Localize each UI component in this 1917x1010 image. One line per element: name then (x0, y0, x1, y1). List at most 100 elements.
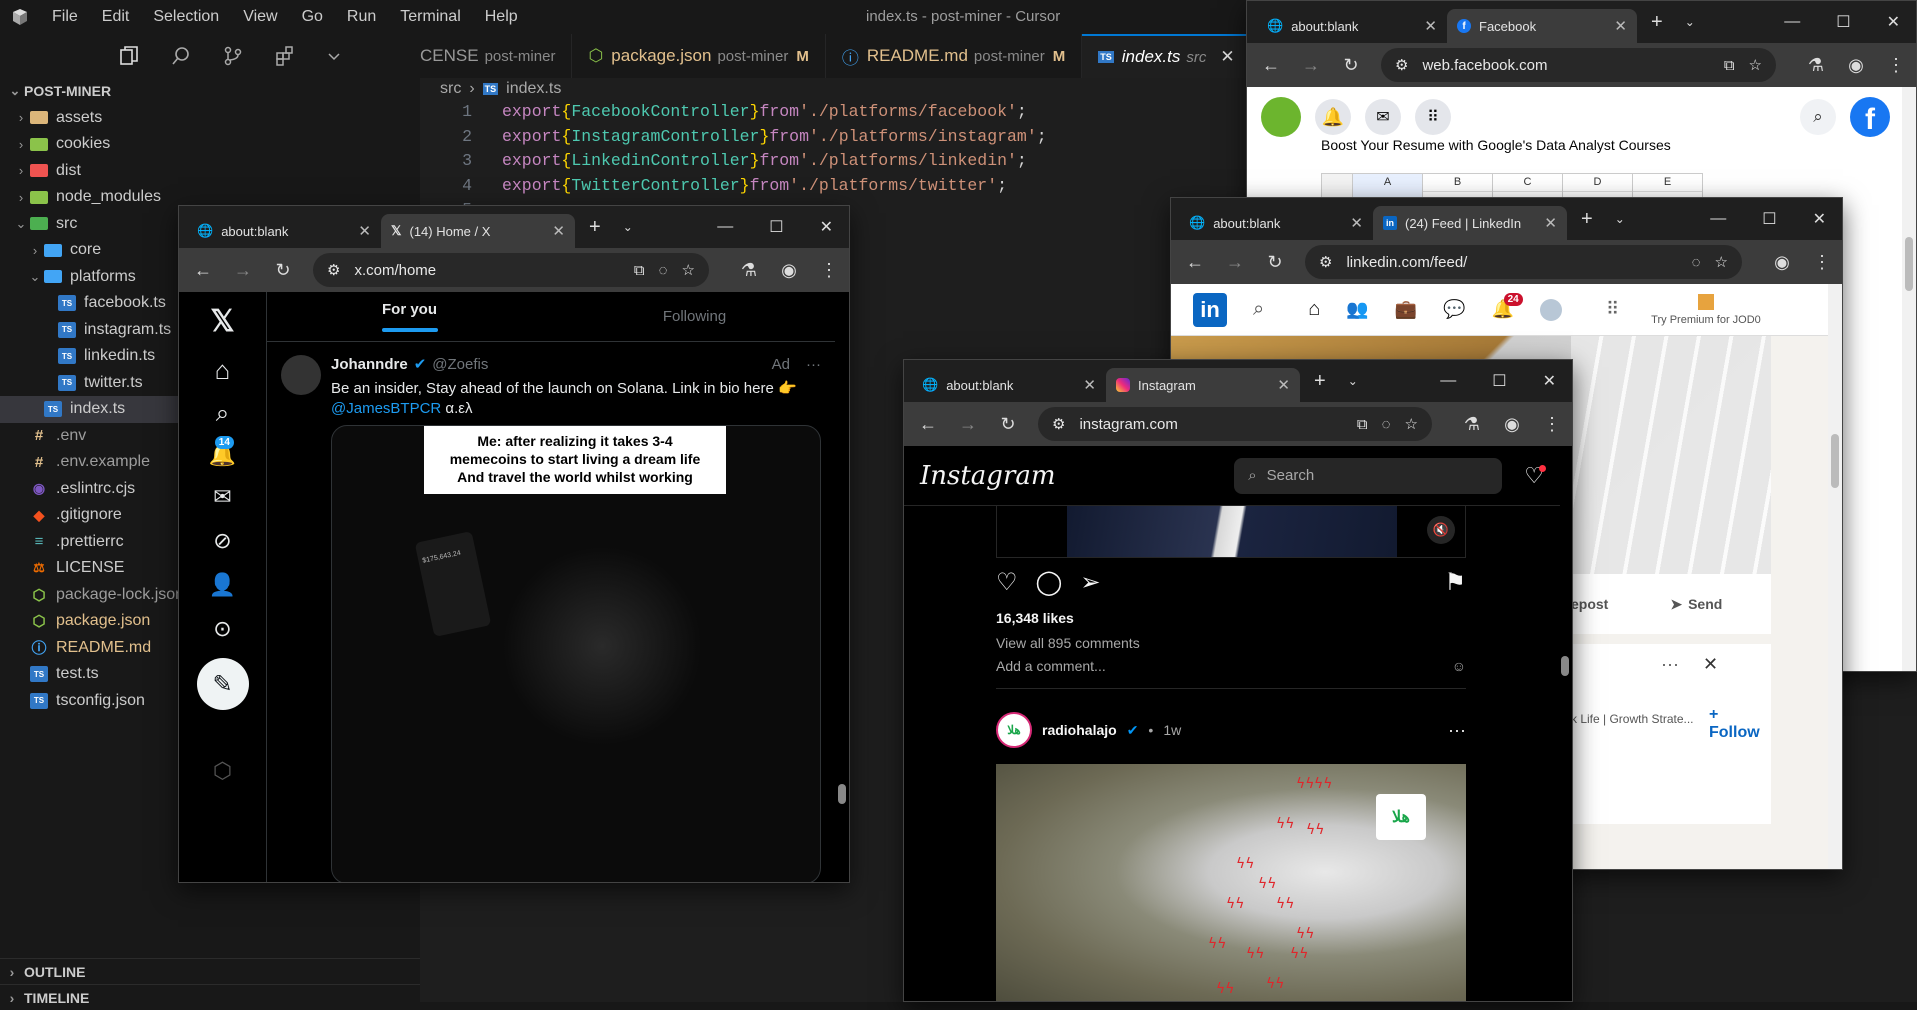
tweet-author[interactable]: Johanndre (331, 356, 408, 373)
address-bar[interactable]: ⚙ x.com/home ⧉ ◌ ☆ (313, 253, 709, 287)
notifications-bell-icon[interactable]: 🔔 14 (209, 436, 236, 468)
eye-off-icon[interactable]: ◌ (1692, 254, 1701, 271)
avatar[interactable] (1539, 298, 1562, 321)
menu-file[interactable]: File (40, 8, 90, 26)
maximize-icon[interactable]: ☐ (769, 217, 783, 237)
tweet-mention[interactable]: @JamesBTPCR (331, 400, 441, 417)
profile-icon[interactable]: 👤 (209, 572, 236, 598)
profile-icon[interactable]: ◉ (1772, 252, 1792, 273)
apps-grid-icon[interactable]: ⠿ (1606, 299, 1619, 320)
source-control-icon[interactable] (222, 45, 244, 67)
menu-grid-icon[interactable]: ⠿ (1415, 99, 1451, 135)
share-icon[interactable]: ➢ (1080, 568, 1100, 597)
post-media-top[interactable]: 🔇 (996, 506, 1466, 558)
instagram-logo[interactable]: Instagram (920, 461, 1056, 491)
grok-icon[interactable]: ⊘ (213, 528, 231, 554)
more-menu-icon[interactable]: ⋮ (1886, 55, 1906, 76)
bookmark-star-icon[interactable]: ☆ (682, 261, 695, 279)
tab-about-blank[interactable]: 🌐 about:blank ✕ (1179, 206, 1373, 240)
close-tab-icon[interactable]: ✕ (1220, 47, 1234, 67)
add-comment-input[interactable]: Add a comment... ☺ (996, 658, 1466, 689)
avatar[interactable]: هلا (996, 712, 1032, 748)
messaging-icon[interactable]: 💬 (1443, 299, 1465, 320)
close-icon[interactable]: ✕ (1703, 654, 1718, 675)
maximize-icon[interactable]: ☐ (1492, 371, 1506, 391)
more-menu-icon[interactable]: ⋮ (1812, 252, 1832, 273)
like-heart-icon[interactable]: ♡ (996, 568, 1018, 597)
maximize-icon[interactable]: ☐ (1762, 209, 1776, 229)
tree-item[interactable]: › assets (0, 105, 420, 132)
view-comments-link[interactable]: View all 895 comments (996, 635, 1140, 651)
linkedin-logo-icon[interactable]: in (1193, 292, 1227, 327)
more-icon[interactable]: ⊙ (213, 616, 231, 642)
address-bar[interactable]: ⚙ instagram.com ⧉ ◌ ☆ (1038, 407, 1432, 441)
like-count[interactable]: 16,348 likes (996, 610, 1074, 626)
profile-icon[interactable]: ◉ (1846, 55, 1866, 76)
menu-go[interactable]: Go (290, 8, 335, 26)
send-button[interactable]: ➤ Send (1670, 596, 1722, 613)
tab-about-blank[interactable]: 🌐 about:blank ✕ (187, 214, 381, 248)
avatar[interactable] (1261, 97, 1301, 137)
facebook-logo-icon[interactable]: f (1850, 97, 1890, 137)
tree-item[interactable]: › dist (0, 158, 420, 185)
close-tab-icon[interactable]: ✕ (1614, 17, 1627, 35)
reload-icon[interactable]: ↻ (1341, 55, 1361, 76)
profile-icon[interactable]: ◉ (779, 260, 799, 281)
explorer-root[interactable]: ⌄ POST-MINER (0, 78, 420, 105)
close-tab-icon[interactable]: ✕ (1083, 376, 1096, 394)
more-options-icon[interactable]: ··· (1661, 654, 1679, 675)
tab-list-icon[interactable]: ⌄ (1685, 15, 1695, 29)
minimize-icon[interactable]: — (717, 218, 733, 236)
comment-icon[interactable]: ◯ (1036, 568, 1063, 597)
messages-icon[interactable]: ✉ (213, 484, 231, 510)
close-window-icon[interactable]: ✕ (1887, 12, 1900, 32)
tab-for-you[interactable]: For you (267, 292, 552, 341)
tab-linkedin[interactable]: in (24) Feed | LinkedIn ✕ (1373, 206, 1567, 240)
menu-view[interactable]: View (231, 8, 289, 26)
more-options-icon[interactable]: ··· (1448, 720, 1466, 741)
menu-run[interactable]: Run (335, 8, 388, 26)
search-icon[interactable]: ⌕ (216, 400, 229, 428)
tab-list-icon[interactable]: ⌄ (623, 220, 633, 234)
install-app-icon[interactable]: ⧉ (634, 262, 645, 279)
post-account[interactable]: radiohalajo (1042, 722, 1117, 738)
new-tab-icon[interactable]: + (1314, 370, 1326, 393)
close-tab-icon[interactable]: ✕ (358, 222, 371, 240)
close-tab-icon[interactable]: ✕ (1424, 17, 1437, 35)
close-window-icon[interactable]: ✕ (1543, 371, 1556, 391)
compose-post-button[interactable]: ✎ (196, 658, 249, 710)
timeline-section[interactable]: › TIMELINE (0, 984, 420, 1010)
install-app-icon[interactable]: ⧉ (1724, 57, 1735, 74)
tab-package-json[interactable]: ⬡ package.json post-miner M (572, 34, 826, 78)
home-icon[interactable]: ⌂ (215, 355, 231, 386)
tab-about-blank[interactable]: 🌐 about:blank ✕ (1257, 9, 1447, 43)
tab-index-ts[interactable]: TS index.ts src ✕ (1082, 34, 1252, 78)
outline-section[interactable]: › OUTLINE (0, 958, 420, 984)
more-menu-icon[interactable]: ⋮ (1542, 414, 1562, 435)
eye-off-icon[interactable]: ◌ (659, 262, 668, 279)
repost-button[interactable]: epost (1571, 596, 1608, 612)
scrollbar[interactable] (1828, 284, 1842, 869)
menu-terminal[interactable]: Terminal (388, 8, 472, 26)
close-tab-icon[interactable]: ✕ (552, 222, 565, 240)
ad-headline[interactable]: Boost Your Resume with Google's Data Ana… (1321, 137, 1671, 153)
save-bookmark-icon[interactable]: ⚑ (1444, 568, 1466, 597)
bookmark-star-icon[interactable]: ☆ (1405, 415, 1418, 433)
close-tab-icon[interactable]: ✕ (1277, 376, 1290, 394)
more-options-icon[interactable]: ··· (806, 356, 821, 373)
tab-about-blank[interactable]: 🌐 about:blank ✕ (912, 368, 1106, 402)
tab-following[interactable]: Following (552, 292, 837, 341)
new-tab-icon[interactable]: + (1581, 208, 1593, 231)
search-input[interactable]: ⌕ Search (1234, 457, 1503, 494)
back-icon[interactable]: ← (918, 414, 938, 435)
tab-x-home[interactable]: 𝕏 (14) Home / X ✕ (381, 214, 575, 248)
reload-icon[interactable]: ↻ (1265, 252, 1285, 273)
close-tab-icon[interactable]: ✕ (1544, 214, 1557, 232)
maximize-icon[interactable]: ☐ (1836, 12, 1850, 32)
forward-icon[interactable]: → (1225, 252, 1245, 273)
labs-flask-icon[interactable]: ⚗ (1806, 55, 1826, 76)
mute-icon[interactable]: 🔇 (1427, 516, 1455, 544)
explorer-icon[interactable] (118, 45, 140, 67)
tweet-media[interactable]: Me: after realizing it takes 3-4 memecoi… (331, 425, 821, 882)
install-app-icon[interactable]: ⧉ (1357, 416, 1368, 433)
